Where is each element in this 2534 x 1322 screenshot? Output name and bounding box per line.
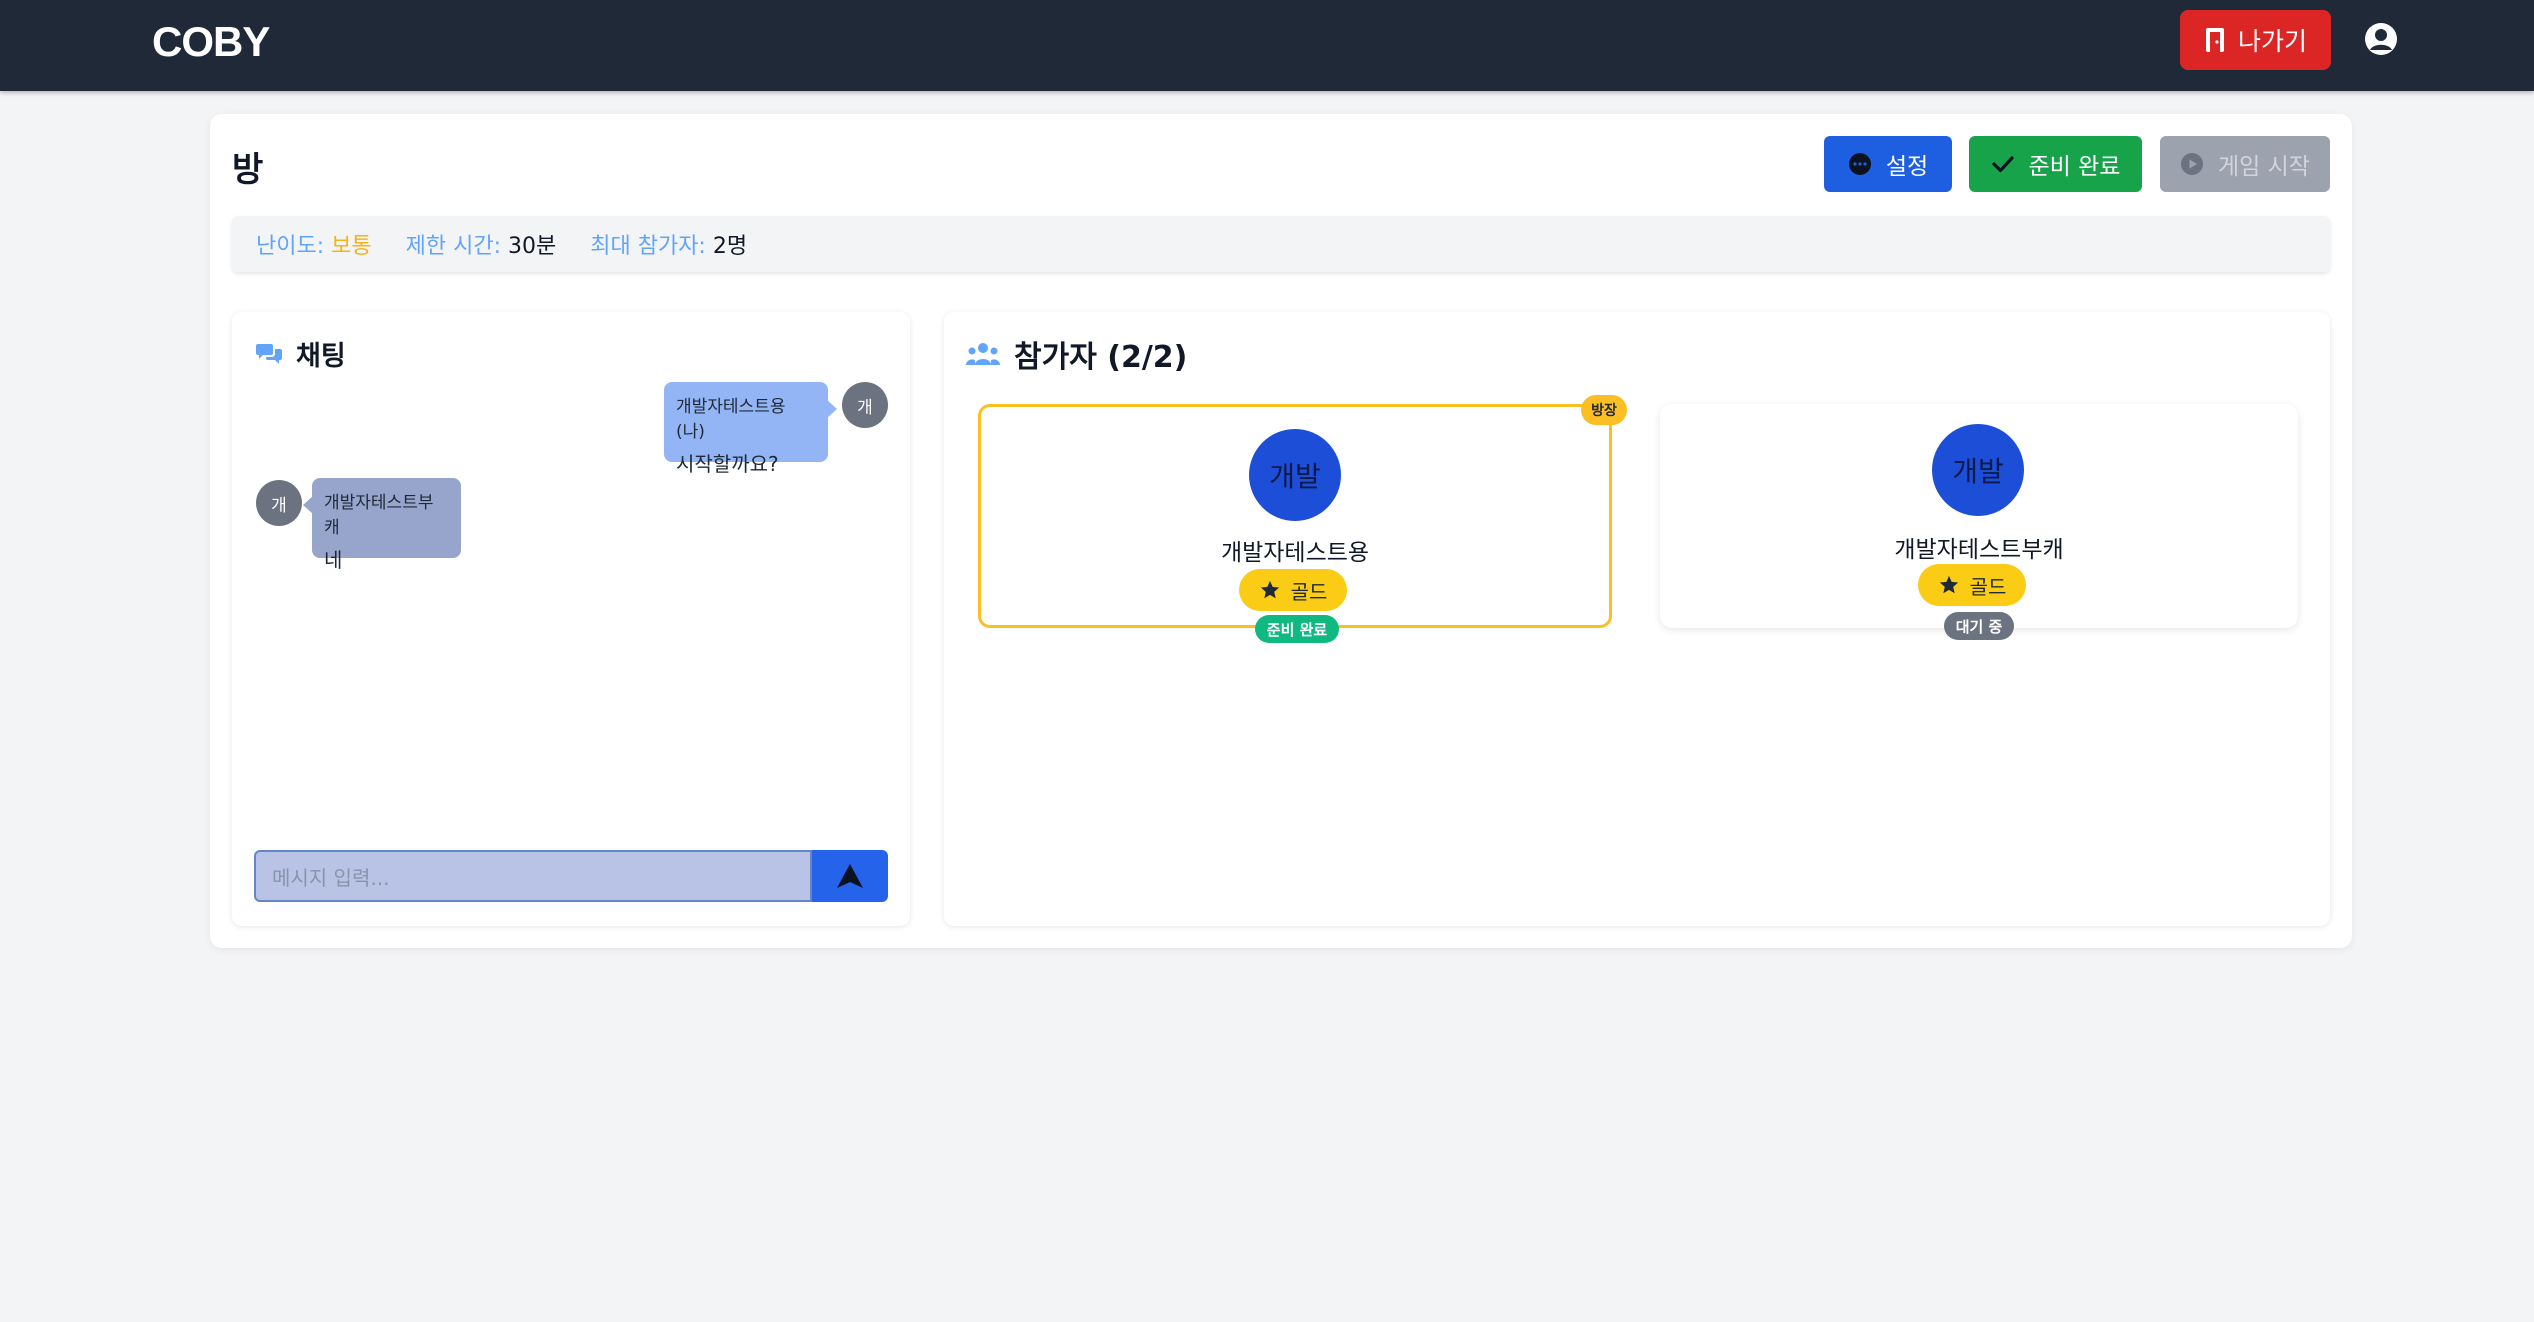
message-sender: 개발자테스트부캐 — [324, 493, 434, 538]
message-text: 시작할까요? — [676, 452, 779, 476]
difficulty-info: 난이도: 보통 — [256, 228, 372, 260]
participant-avatar: 개발 — [1932, 424, 2024, 516]
send-button[interactable] — [812, 850, 888, 902]
exit-button[interactable]: 나가기 — [2180, 10, 2331, 70]
time-limit-value: 30분 — [508, 234, 557, 259]
participant-card[interactable]: 개발 개발자테스트부캐 골드 대기 중 — [1660, 404, 2298, 640]
chat-title: 채팅 — [296, 341, 346, 372]
room-title: 방 — [232, 150, 264, 190]
host-badge: 방장 — [1581, 395, 1627, 425]
max-participants-value: 2명 — [712, 234, 748, 259]
participants-title: 참가자 (2/2) — [1014, 340, 1188, 375]
star-icon — [1939, 575, 1958, 594]
message-text: 네 — [324, 548, 343, 572]
user-circle-icon[interactable] — [2364, 22, 2398, 56]
room-info-bar: 난이도: 보통 제한 시간: 30분 최대 참가자: 2명 — [232, 216, 2330, 272]
chat-avatar: 개 — [842, 382, 888, 428]
start-game-button[interactable]: 게임 시작 — [2160, 136, 2330, 192]
room-card: 방 설정 준비 완료 게임 시작 난이도: 보통 제한 시간: 30분 최대 참… — [210, 114, 2352, 948]
ready-button[interactable]: 준비 완료 — [1969, 136, 2142, 192]
chat-panel: 채팅 개 개발자테스트용 (나) 시작할까요? 개 개발자테스트부캐 네 메시지… — [232, 312, 910, 926]
tier-label: 골드 — [1969, 574, 2007, 599]
ready-label: 준비 완료 — [2028, 154, 2121, 180]
play-circle-icon — [2181, 153, 2204, 175]
settings-label: 설정 — [1885, 154, 1929, 180]
settings-button[interactable]: 설정 — [1824, 136, 1952, 192]
participant-avatar: 개발 — [1249, 429, 1341, 521]
users-icon — [966, 343, 1000, 365]
tier-label: 골드 — [1290, 579, 1328, 604]
difficulty-value: 보통 — [331, 234, 372, 259]
participant-name: 개발자테스트용 — [1220, 540, 1370, 566]
start-game-label: 게임 시작 — [2218, 154, 2310, 180]
top-navbar: COBY 나가기 — [0, 0, 2534, 91]
max-participants-label: 최대 참가자: — [590, 234, 706, 259]
check-icon — [1991, 156, 2014, 173]
time-limit-label: 제한 시간: — [405, 234, 501, 259]
chat-message-other: 개발자테스트부캐 네 — [303, 478, 461, 572]
time-limit-info: 제한 시간: 30분 — [406, 228, 557, 260]
message-input[interactable]: 메시지 입력... — [254, 850, 812, 902]
coby-logo[interactable]: COBY — [152, 18, 270, 66]
status-badge: 대기 중 — [1944, 612, 2014, 640]
tier-badge: 골드 — [1918, 564, 2026, 606]
send-arrow-icon — [837, 864, 863, 888]
chat-header: 채팅 — [256, 334, 346, 373]
chat-message-mine: 개발자테스트용 (나) 시작할까요? — [664, 382, 837, 476]
chat-bubbles-icon — [256, 343, 282, 364]
difficulty-label: 난이도: — [256, 234, 325, 259]
tier-badge: 골드 — [1239, 569, 1347, 611]
message-sender: 개발자테스트용 (나) — [676, 397, 786, 442]
star-icon — [1260, 580, 1279, 599]
participants-panel: 참가자 (2/2) 방장 개발 개발자테스트용 골드 준비 완료 개발 개발자테… — [944, 312, 2330, 926]
status-badge: 준비 완료 — [1255, 615, 1339, 643]
participant-card[interactable]: 방장 개발 개발자테스트용 골드 준비 완료 — [978, 395, 1627, 643]
door-exit-icon — [2205, 28, 2224, 52]
participant-name: 개발자테스트부캐 — [1894, 537, 2064, 563]
exit-label: 나가기 — [2237, 27, 2307, 56]
max-participants-info: 최대 참가자: 2명 — [590, 228, 747, 260]
more-dots-icon — [1848, 153, 1871, 175]
chat-avatar: 개 — [256, 480, 302, 526]
participants-header: 참가자 (2/2) — [966, 332, 1187, 376]
